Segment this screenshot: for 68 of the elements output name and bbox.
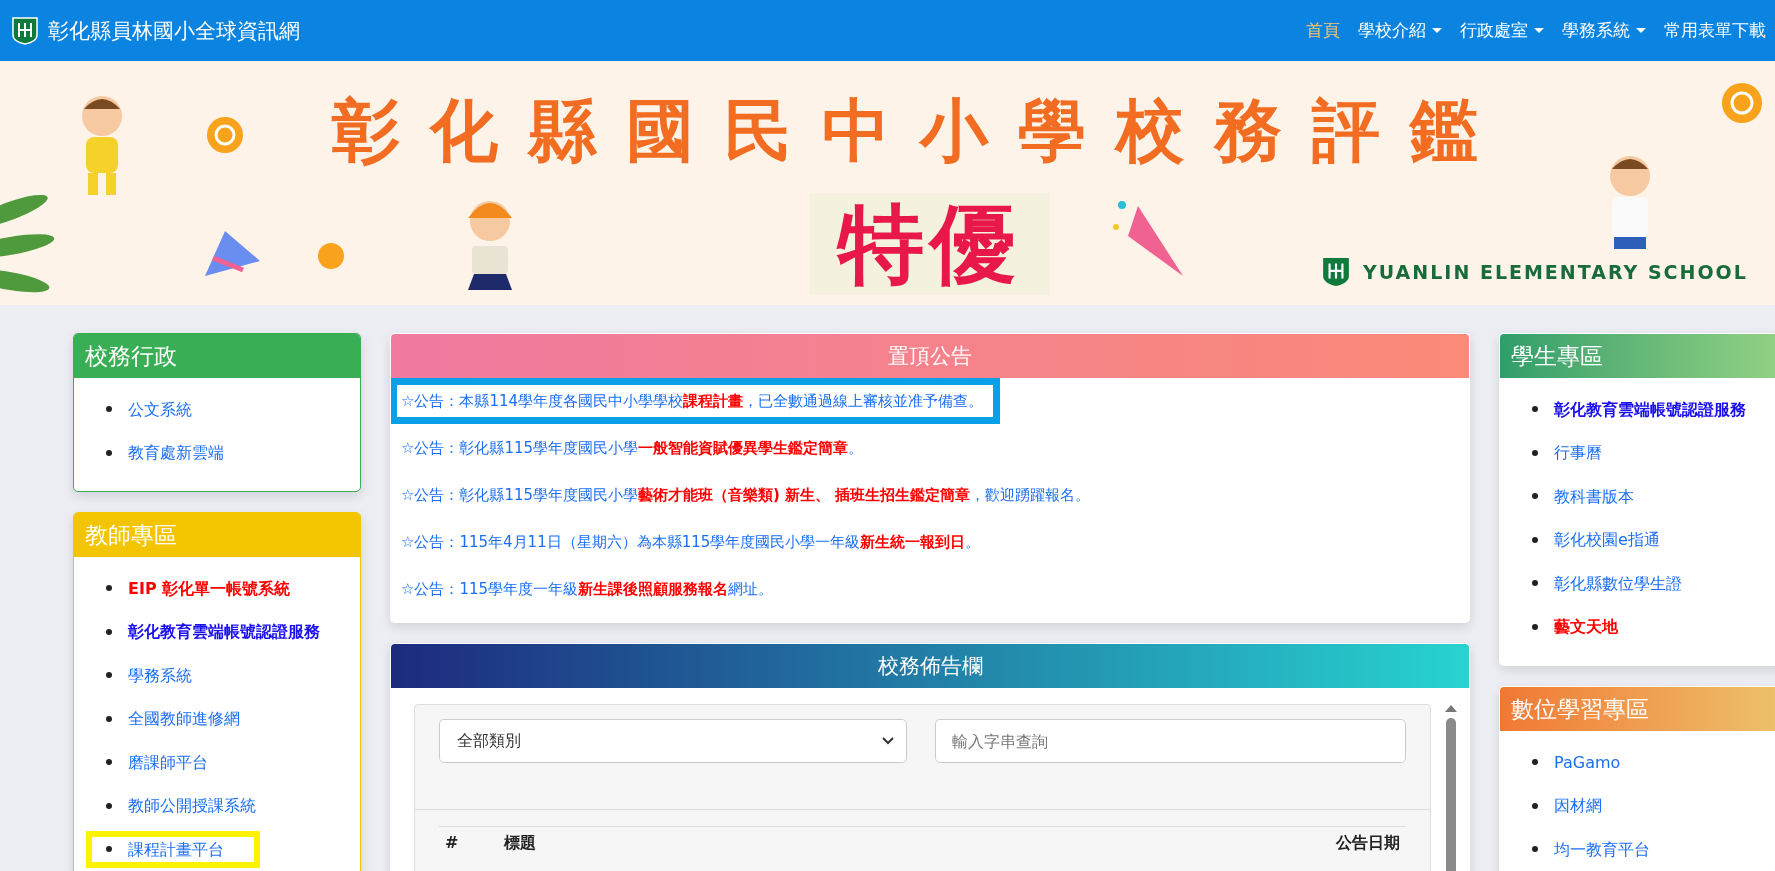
bullet-icon: [1532, 406, 1538, 412]
award-text: 特優: [810, 193, 1050, 295]
announcement-link[interactable]: ☆公告：115年4月11日（星期六）為本縣115學年度國民小學一年級新生統一報到日。: [391, 519, 998, 565]
nav-menu-item[interactable]: 學校介紹: [1349, 19, 1451, 42]
sidebar-link[interactable]: EIP 彰化單一帳號系統: [86, 569, 327, 607]
nav-menu-item[interactable]: 學務系統: [1553, 19, 1655, 42]
card-header: 校務行政: [74, 334, 360, 378]
sidebar-link[interactable]: 彰化教育雲端帳號認證服務: [1512, 390, 1775, 428]
scroll-up-icon[interactable]: [1445, 704, 1457, 712]
nav-menu-item[interactable]: 首頁: [1297, 19, 1349, 42]
bullet-icon: [1532, 536, 1538, 543]
bullet-icon: [1532, 623, 1538, 630]
nav-menu-item[interactable]: 常用表單下載: [1655, 19, 1775, 42]
bullet-icon: [1532, 802, 1538, 809]
bullet-icon: [1532, 846, 1538, 852]
chevron-down-icon: [882, 737, 894, 745]
card-header: 置頂公告: [391, 334, 1469, 378]
category-select[interactable]: 全部類別: [439, 719, 907, 763]
school-name: YUANLIN ELEMENTARY SCHOOL: [1363, 261, 1748, 283]
sidebar-link[interactable]: PaGamo: [1512, 743, 1657, 781]
bullet-icon: [106, 846, 112, 852]
sidebar-link[interactable]: 均一教育平台: [1512, 830, 1686, 868]
bullet-icon: [106, 628, 112, 635]
sidebar-link[interactable]: 全國教師進修網: [86, 700, 276, 737]
sidebar-link[interactable]: 公文系統: [86, 390, 228, 428]
sidebar-link[interactable]: 因材網: [1512, 787, 1638, 824]
announcement-link[interactable]: ☆公告：彰化縣115學年度國民小學一般智能資賦優異學生鑑定簡章。: [391, 425, 881, 471]
swirl-drawing: [205, 115, 245, 155]
sidebar-link[interactable]: 彰化校園e指通: [1512, 521, 1696, 558]
swirl-drawing: [1720, 81, 1764, 125]
sidebar-link[interactable]: 教師公開授課系統: [86, 787, 292, 824]
column-header: 標題: [504, 833, 537, 854]
card-header: 數位學習專區: [1500, 687, 1775, 731]
sidebar-link[interactable]: 課程計畫平台: [86, 830, 260, 868]
bullet-icon: [1532, 449, 1538, 456]
bullet-icon: [1532, 493, 1538, 499]
bullet-icon: [106, 585, 112, 591]
bullet-icon: [1532, 580, 1538, 586]
sidebar-link[interactable]: 磨課師平台: [86, 743, 244, 781]
nav-menu-item[interactable]: 行政處室: [1451, 19, 1553, 42]
announcement-link[interactable]: ☆公告：彰化縣115學年度國民小學藝術才能班（音樂類) 新生、 插班生招生鑑定簡章，歡迎踴躍報名。: [391, 472, 1108, 518]
sidebar-link[interactable]: 彰化教育雲端帳號認證服務: [86, 613, 356, 650]
sidebar-link[interactable]: 教科書版本: [1512, 477, 1670, 515]
bullet-icon: [106, 672, 112, 678]
banner-headline: 彰化縣國民中小學校務評鑑: [332, 97, 1508, 165]
sidebar-link[interactable]: 學務系統: [86, 656, 228, 694]
site-title[interactable]: 彰化縣員林國小全球資訊網: [48, 16, 300, 45]
bullet-icon: [1532, 759, 1538, 765]
bullet-icon: [106, 449, 112, 456]
card-header: 學生專區: [1500, 334, 1775, 378]
sidebar-link[interactable]: 行事曆: [1512, 434, 1638, 471]
sidebar-link[interactable]: 彰化縣數位學生證: [1512, 564, 1718, 602]
card-header: 校務佈告欄: [391, 644, 1469, 688]
sidebar-link[interactable]: 藝文天地: [1512, 608, 1654, 645]
bullet-icon: [106, 759, 112, 765]
search-field[interactable]: 輸入字串查詢: [935, 719, 1406, 763]
announcement-link[interactable]: ☆公告：本縣114學年度各國民中小學學校課程計畫，已全數通過線上審核並准予備查。: [391, 378, 1001, 424]
school-logo-icon: [12, 16, 38, 45]
bullet-icon: [106, 802, 112, 809]
bullet-icon: [106, 715, 112, 722]
school-logo-icon: [1322, 257, 1350, 287]
bullet-icon: [106, 406, 112, 412]
sidebar-link[interactable]: 教育處新雲端: [86, 434, 260, 471]
card-header: 教師專區: [74, 513, 360, 557]
column-header: 公告日期: [1336, 833, 1400, 854]
dot-drawing: [316, 241, 346, 271]
column-header: #: [445, 833, 459, 854]
announcement-link[interactable]: ☆公告：115學年度一年級新生課後照顧服務報名網址。: [391, 566, 791, 612]
